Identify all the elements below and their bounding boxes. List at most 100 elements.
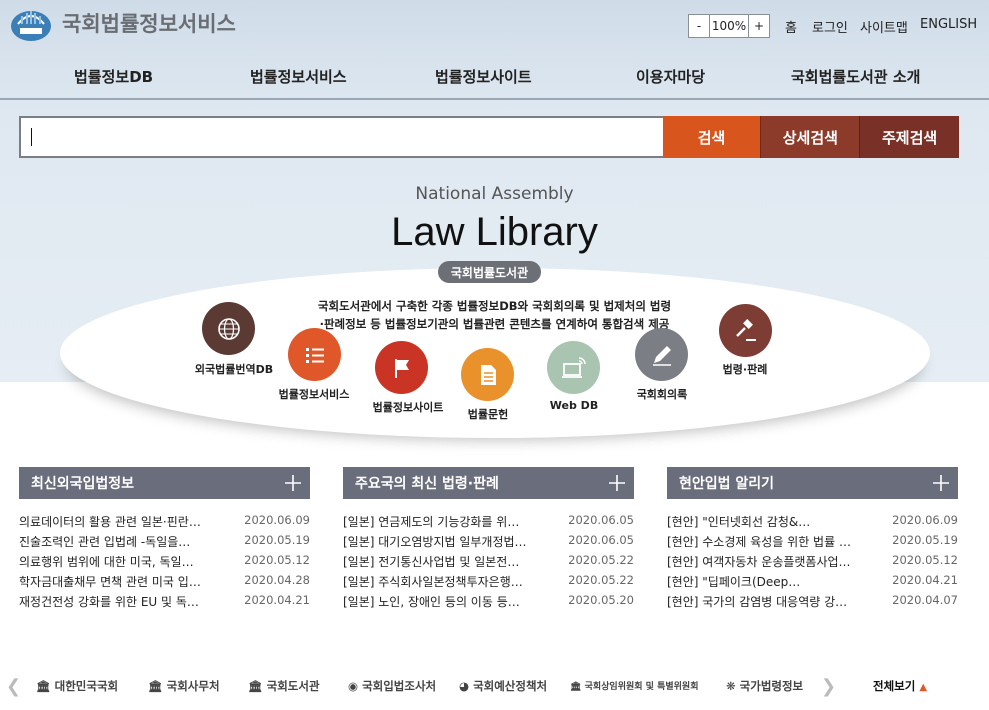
list-item[interactable]: [일본] 주식회사일본정책투자은행… 2020.05.22 — [343, 573, 634, 593]
search-input[interactable] — [19, 116, 663, 158]
web-db-button[interactable] — [547, 341, 600, 394]
zoom-in-button[interactable]: + — [749, 15, 769, 37]
caret-up-icon: ▲ — [919, 682, 928, 693]
panel-title: 최신외국입법정보 — [31, 476, 135, 492]
list-item[interactable]: 의료데이터의 활용 관련 일본·핀란… 2020.06.09 — [19, 513, 310, 533]
list-item[interactable]: [현안] 수소경제 육성을 위한 법률 … 2020.05.19 — [667, 533, 958, 553]
law-info-logo-icon: ❋ — [726, 679, 736, 693]
pen-icon — [652, 345, 671, 366]
hero-description-line-2: ·판례정보 등 법률정보기관의 법률관련 콘텐츠를 연계하여 통합검색 제공 — [319, 317, 670, 331]
chevron-left-icon[interactable]: ❮ — [6, 676, 21, 697]
item-date: 2020.05.12 — [244, 553, 310, 567]
login-link[interactable]: 로그인 — [812, 17, 848, 36]
site-logo[interactable]: 국회법률정보서비스 — [10, 4, 236, 42]
web-icon — [561, 356, 586, 378]
hero-badge: 국회법률도서관 — [438, 261, 541, 283]
item-title: [일본] 전기통신사업법 및 일본전… — [343, 555, 520, 569]
list-item[interactable]: 의료행위 범위에 대한 미국, 독일… 2020.05.12 — [19, 553, 310, 573]
related-site-label: 국회입법조사처 — [362, 679, 437, 693]
assembly-building-icon: 🏛 — [570, 682, 582, 692]
item-title: [현안] "인터넷회선 감청&… — [667, 515, 811, 529]
text-caret — [31, 128, 32, 146]
list-item[interactable]: 재정건전성 강화를 위한 EU 및 독… 2020.04.21 — [19, 593, 310, 613]
nav-library-intro[interactable]: 국회법률도서관 소개 — [791, 66, 920, 87]
related-site-label: 국회상임위원회 및 특별위원회 — [584, 682, 699, 692]
plus-icon[interactable] — [930, 472, 952, 494]
item-title: 학자금대출채무 면책 관련 미국 입… — [19, 575, 201, 589]
related-site-label: 국회도서관 — [266, 679, 320, 693]
item-date: 2020.04.28 — [244, 573, 310, 587]
subject-search-button[interactable]: 주제검색 — [859, 116, 959, 158]
search-button[interactable]: 검색 — [662, 116, 761, 158]
list-item[interactable]: [일본] 연금제도의 기능강화를 위… 2020.06.05 — [343, 513, 634, 533]
item-date: 2020.05.20 — [568, 593, 634, 607]
item-title: [일본] 연금제도의 기능강화를 위… — [343, 515, 520, 529]
item-date: 2020.06.05 — [568, 533, 634, 547]
foreign-law-db-button[interactable] — [202, 302, 255, 355]
detail-search-button[interactable]: 상세검색 — [760, 116, 860, 158]
plus-icon[interactable] — [606, 472, 628, 494]
hero-subtitle: National Assembly — [415, 184, 574, 204]
nav-law-service[interactable]: 법률정보서비스 — [250, 66, 347, 87]
related-site-link[interactable]: ◕ 국회예산정책처 — [459, 678, 547, 694]
list-item[interactable]: [현안] 국가의 감염병 대응역량 강… 2020.04.07 — [667, 593, 958, 613]
related-site-link[interactable]: ◉ 국회입법조사처 — [348, 678, 436, 694]
nav-user-space[interactable]: 이용자마당 — [636, 66, 705, 87]
related-site-link[interactable]: 🏛 국회상임위원회 및 특별위원회 — [570, 679, 699, 692]
view-all-label: 전체보기 — [873, 679, 916, 693]
list-item[interactable]: [일본] 노인, 장애인 등의 이동 등… 2020.05.20 — [343, 593, 634, 613]
panel-header: 주요국의 최신 법령·판례 — [343, 467, 634, 499]
national-assembly-emblem-icon — [11, 11, 51, 41]
list-item[interactable]: [현안] "인터넷회선 감청&… 2020.06.09 — [667, 513, 958, 533]
list-icon — [305, 347, 324, 363]
item-date: 2020.05.19 — [244, 533, 310, 547]
related-site-link[interactable]: 🏛 대한민국국회 — [36, 678, 118, 694]
item-title: [일본] 대기오염방지법 일부개정법… — [343, 535, 527, 549]
nav-law-db[interactable]: 법률정보DB — [74, 66, 153, 87]
item-date: 2020.05.19 — [892, 533, 958, 547]
zoom-level: 100% — [709, 15, 749, 37]
related-site-label: 국회예산정책처 — [473, 679, 548, 693]
panel-title: 현안입법 알리기 — [679, 476, 775, 492]
related-site-link[interactable]: ❋ 국가법령정보 — [726, 678, 803, 694]
item-date: 2020.06.09 — [892, 513, 958, 527]
item-date: 2020.06.09 — [244, 513, 310, 527]
item-title: [현안] 국가의 감염병 대응역량 강… — [667, 595, 848, 609]
list-item[interactable]: [현안] "딥페이크(Deep… 2020.04.21 — [667, 573, 958, 593]
plus-icon[interactable] — [282, 472, 304, 494]
item-date: 2020.05.22 — [568, 553, 634, 567]
law-info-site-button[interactable] — [375, 341, 428, 394]
item-title: [현안] "딥페이크(Deep… — [667, 575, 801, 589]
item-title: 재정건전성 강화를 위한 EU 및 독… — [19, 595, 199, 609]
law-info-service-button[interactable] — [288, 328, 341, 381]
chevron-right-icon[interactable]: ❯ — [821, 676, 836, 697]
list-item[interactable]: 학자금대출채무 면책 관련 미국 입… 2020.04.28 — [19, 573, 310, 593]
search-bar: 검색 상세검색 주제검색 — [19, 116, 959, 158]
zoom-control: - 100% + — [688, 14, 770, 38]
list-item[interactable]: [일본] 대기오염방지법 일부개정법… 2020.06.05 — [343, 533, 634, 553]
nav-law-sites[interactable]: 법률정보사이트 — [435, 66, 532, 87]
major-countries-law-panel: 주요국의 최신 법령·판례 [일본] 연금제도의 기능강화를 위… 2020.06… — [343, 467, 634, 613]
list-item[interactable]: 진술조력인 관련 입법례 -독일을… 2020.05.19 — [19, 533, 310, 553]
document-icon — [480, 364, 496, 385]
current-issues-legislation-panel: 현안입법 알리기 [현안] "인터넷회선 감청&… 2020.06.09 [현안]… — [667, 467, 958, 613]
list-item[interactable]: [현안] 여객자동차 운송플랫폼사업… 2020.05.12 — [667, 553, 958, 573]
statutes-precedents-button[interactable] — [719, 304, 772, 357]
assembly-minutes-button[interactable] — [635, 328, 688, 381]
item-date: 2020.05.22 — [568, 573, 634, 587]
related-site-link[interactable]: 🏛 국회도서관 — [248, 678, 320, 694]
zoom-out-button[interactable]: - — [689, 15, 709, 37]
english-link[interactable]: ENGLISH — [920, 17, 977, 32]
item-date: 2020.04.21 — [892, 573, 958, 587]
panel-header: 현안입법 알리기 — [667, 467, 958, 499]
view-all-link[interactable]: 전체보기 ▲ — [873, 678, 927, 694]
list-item[interactable]: [일본] 전기통신사업법 및 일본전… 2020.05.22 — [343, 553, 634, 573]
panel-header: 최신외국입법정보 — [19, 467, 310, 499]
related-site-link[interactable]: 🏛 국회사무처 — [148, 678, 220, 694]
home-link[interactable]: 홈 — [785, 17, 797, 36]
sitemap-link[interactable]: 사이트맵 — [860, 17, 908, 36]
gavel-icon — [735, 318, 756, 341]
law-literature-button[interactable] — [461, 348, 514, 401]
related-site-label: 국회사무처 — [166, 679, 220, 693]
item-title: [현안] 수소경제 육성을 위한 법률 … — [667, 535, 851, 549]
